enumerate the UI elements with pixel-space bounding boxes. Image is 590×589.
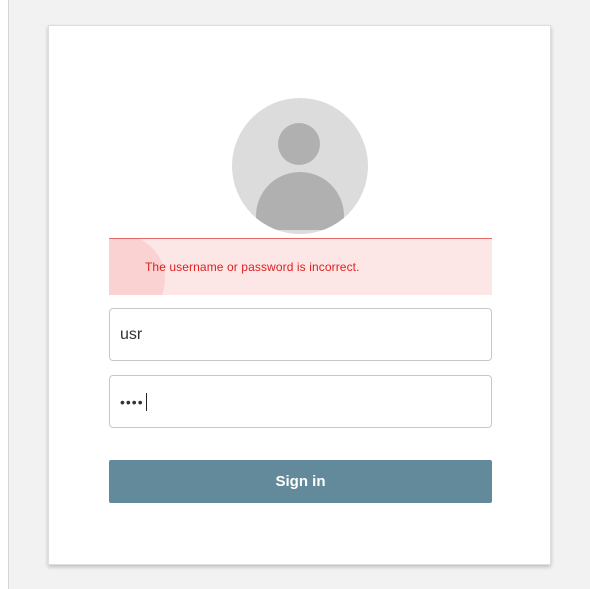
sign-in-button[interactable]: Sign in: [109, 460, 492, 503]
error-alert: ❮ The username or password is incorrect.: [109, 238, 492, 295]
username-input[interactable]: [109, 308, 492, 361]
text-caret: [145, 392, 147, 411]
user-avatar-icon: [232, 98, 368, 234]
avatar-head: [278, 123, 320, 165]
left-edge: [0, 0, 9, 589]
login-page: ❮ The username or password is incorrect.…: [0, 0, 590, 589]
error-message: The username or password is incorrect.: [145, 260, 360, 274]
login-card: ❮ The username or password is incorrect.…: [48, 25, 551, 565]
avatar-body: [256, 172, 344, 230]
password-mask: ••••: [120, 393, 144, 410]
password-input[interactable]: ••••: [109, 375, 492, 428]
